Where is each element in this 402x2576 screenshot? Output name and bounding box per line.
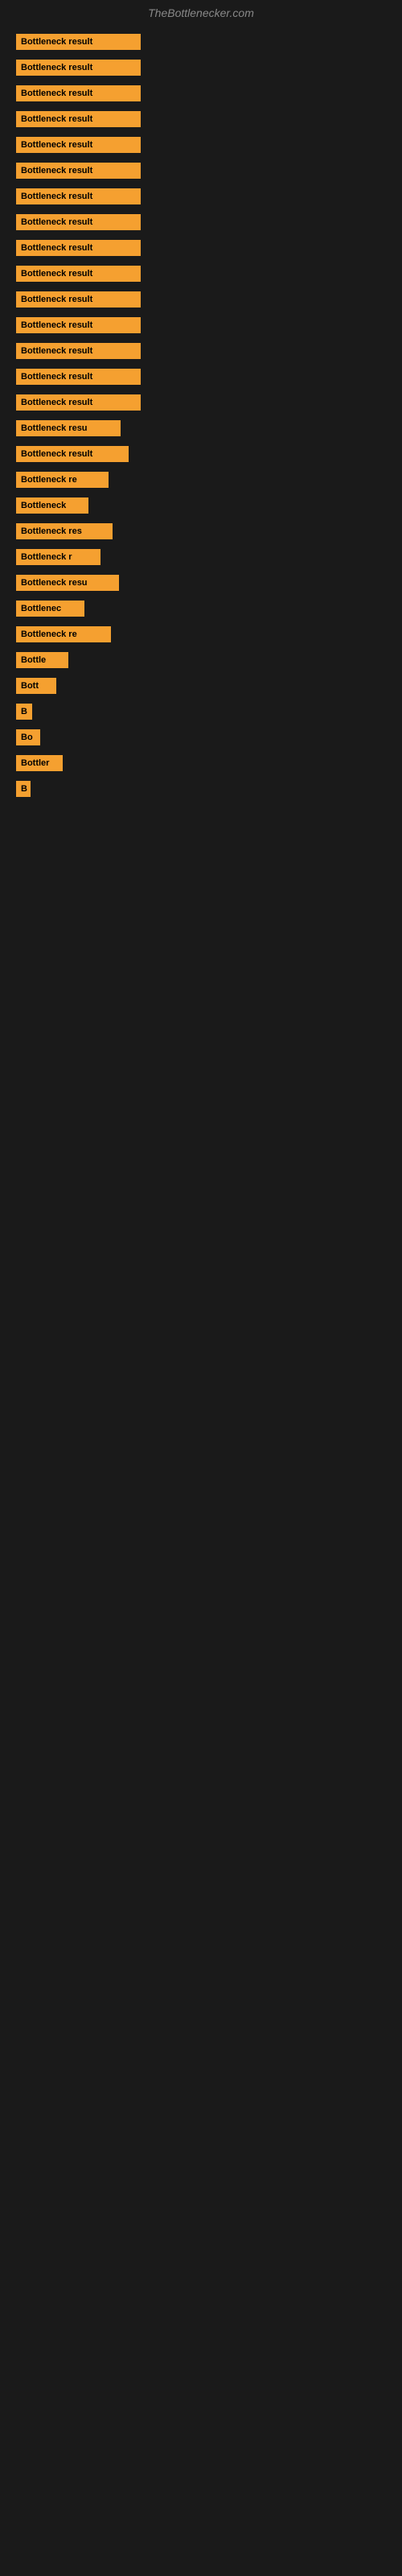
- bar-row-7: Bottleneck result: [16, 214, 386, 230]
- bottleneck-bar-18: Bottleneck: [16, 497, 88, 514]
- bar-row-5: Bottleneck result: [16, 163, 386, 179]
- bottleneck-bar-21: Bottleneck resu: [16, 575, 119, 591]
- bottleneck-bar-17: Bottleneck re: [16, 472, 109, 488]
- bar-row-8: Bottleneck result: [16, 240, 386, 256]
- bar-row-4: Bottleneck result: [16, 137, 386, 153]
- bar-row-3: Bottleneck result: [16, 111, 386, 127]
- bar-row-24: Bottle: [16, 652, 386, 668]
- bottleneck-bar-4: Bottleneck result: [16, 137, 141, 153]
- bottleneck-bar-27: Bo: [16, 729, 40, 745]
- bar-row-18: Bottleneck: [16, 497, 386, 514]
- bar-row-1: Bottleneck result: [16, 60, 386, 76]
- bottleneck-bar-5: Bottleneck result: [16, 163, 141, 179]
- bar-row-11: Bottleneck result: [16, 317, 386, 333]
- bar-row-16: Bottleneck result: [16, 446, 386, 462]
- bar-row-17: Bottleneck re: [16, 472, 386, 488]
- bars-container: Bottleneck result Bottleneck result Bottle…: [0, 26, 402, 815]
- bar-row-25: Bott: [16, 678, 386, 694]
- bottleneck-bar-19: Bottleneck res: [16, 523, 113, 539]
- bar-row-15: Bottleneck resu: [16, 420, 386, 436]
- bar-row-20: Bottleneck r: [16, 549, 386, 565]
- bottleneck-bar-3: Bottleneck result: [16, 111, 141, 127]
- bottleneck-bar-28: Bottler: [16, 755, 63, 771]
- bar-row-22: Bottlenec: [16, 601, 386, 617]
- bottleneck-bar-8: Bottleneck result: [16, 240, 141, 256]
- bar-row-21: Bottleneck resu: [16, 575, 386, 591]
- bar-row-28: Bottler: [16, 755, 386, 771]
- bottleneck-bar-14: Bottleneck result: [16, 394, 141, 411]
- bottleneck-bar-16: Bottleneck result: [16, 446, 129, 462]
- bottleneck-bar-23: Bottleneck re: [16, 626, 111, 642]
- bar-row-23: Bottleneck re: [16, 626, 386, 642]
- bar-row-14: Bottleneck result: [16, 394, 386, 411]
- bottleneck-bar-10: Bottleneck result: [16, 291, 141, 308]
- bottleneck-bar-15: Bottleneck resu: [16, 420, 121, 436]
- bar-row-27: Bo: [16, 729, 386, 745]
- bottleneck-bar-29: B: [16, 781, 31, 797]
- bar-row-19: Bottleneck res: [16, 523, 386, 539]
- bar-row-26: B: [16, 704, 386, 720]
- bottleneck-bar-25: Bott: [16, 678, 56, 694]
- bottleneck-bar-9: Bottleneck result: [16, 266, 141, 282]
- bar-row-6: Bottleneck result: [16, 188, 386, 204]
- bar-row-0: Bottleneck result: [16, 34, 386, 50]
- bottleneck-bar-24: Bottle: [16, 652, 68, 668]
- bar-row-9: Bottleneck result: [16, 266, 386, 282]
- bottleneck-bar-12: Bottleneck result: [16, 343, 141, 359]
- bottleneck-bar-1: Bottleneck result: [16, 60, 141, 76]
- bar-row-29: B: [16, 781, 386, 797]
- bottleneck-bar-20: Bottleneck r: [16, 549, 100, 565]
- bottleneck-bar-7: Bottleneck result: [16, 214, 141, 230]
- bar-row-12: Bottleneck result: [16, 343, 386, 359]
- bottleneck-bar-13: Bottleneck result: [16, 369, 141, 385]
- bottleneck-bar-22: Bottlenec: [16, 601, 84, 617]
- bottleneck-bar-6: Bottleneck result: [16, 188, 141, 204]
- bar-row-2: Bottleneck result: [16, 85, 386, 101]
- bottleneck-bar-26: B: [16, 704, 32, 720]
- site-title: TheBottlenecker.com: [0, 0, 402, 26]
- bar-row-10: Bottleneck result: [16, 291, 386, 308]
- bottleneck-bar-11: Bottleneck result: [16, 317, 141, 333]
- bottleneck-bar-0: Bottleneck result: [16, 34, 141, 50]
- bar-row-13: Bottleneck result: [16, 369, 386, 385]
- bottleneck-bar-2: Bottleneck result: [16, 85, 141, 101]
